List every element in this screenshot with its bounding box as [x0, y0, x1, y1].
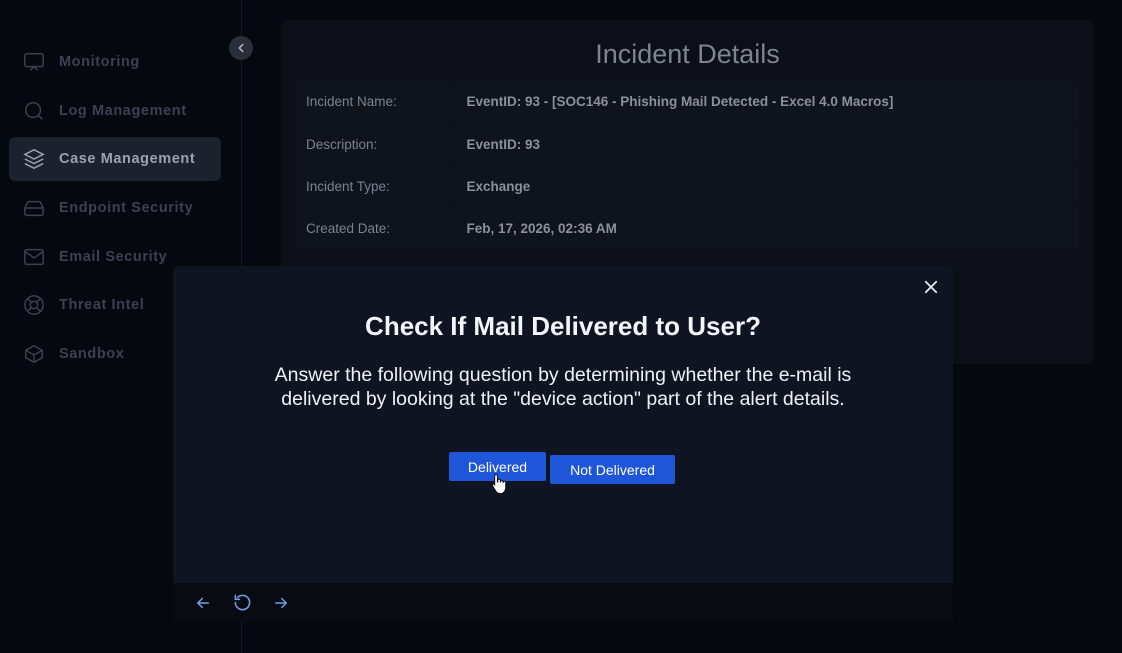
sidebar-item-label: Threat Intel	[59, 297, 145, 314]
sidebar-item-endpoint-security[interactable]: Endpoint Security	[9, 186, 221, 230]
monitor-icon	[22, 50, 46, 74]
table-row: Incident Type: Exchange	[296, 165, 1079, 208]
page-title: Incident Details	[595, 39, 780, 69]
detail-key: Description:	[296, 123, 455, 166]
modal-question: Answer the following question by determi…	[274, 364, 852, 410]
search-icon	[22, 99, 46, 123]
close-button[interactable]	[921, 277, 941, 297]
detail-value: EventID: 93 - [SOC146 - Phishing Mail De…	[454, 81, 1079, 124]
reset-button[interactable]	[231, 592, 253, 614]
lifebuoy-icon	[22, 293, 46, 317]
detail-key: Incident Type:	[296, 165, 455, 208]
arrow-right-icon	[275, 597, 287, 608]
table-row: Created Date: Feb, 17, 2026, 02:36 AM	[296, 207, 1079, 250]
sidebar-item-label: Endpoint Security	[59, 200, 194, 217]
table-row: Incident Name: EventID: 93 - [SOC146 - P…	[296, 81, 1079, 124]
sidebar-item-label: Email Security	[59, 248, 168, 265]
table-row: Description: EventID: 93	[296, 123, 1079, 166]
app: Monitoring Log Management Case Managemen…	[0, 0, 1122, 653]
sidebar-item-label: Sandbox	[59, 346, 125, 363]
sidebar-item-label: Monitoring	[59, 54, 140, 70]
incident-details-table: Incident Name: EventID: 93 - [SOC146 - P…	[296, 81, 1079, 250]
sidebar-collapse-button[interactable]	[229, 36, 253, 60]
arrow-left-icon	[197, 597, 209, 608]
forward-button[interactable]	[270, 592, 292, 614]
sidebar-item-monitoring[interactable]: Monitoring	[9, 40, 221, 84]
box-icon	[22, 342, 46, 366]
modal-title: Check If Mail Delivered to User?	[365, 311, 761, 341]
sidebar-item-label: Case Management	[59, 151, 196, 168]
modal-footer	[173, 583, 953, 622]
detail-key: Created Date:	[296, 207, 455, 250]
mail-icon	[22, 245, 46, 269]
playbook-modal: Check If Mail Delivered to User? Answer …	[173, 266, 953, 622]
not-delivered-button[interactable]: Not Delivered	[550, 455, 675, 484]
detail-value: EventID: 93	[454, 123, 1079, 166]
sidebar-item-label: Log Management	[59, 102, 187, 119]
detail-value: Feb, 17, 2026, 02:36 AM	[454, 207, 1079, 250]
refresh-icon	[234, 594, 250, 611]
detail-value: Exchange	[454, 165, 1079, 208]
layers-icon	[22, 147, 46, 171]
sidebar-item-case-management[interactable]: Case Management	[9, 137, 221, 182]
hard-drive-icon	[22, 196, 46, 220]
hand-cursor-icon	[491, 473, 507, 494]
sidebar-item-log-management[interactable]: Log Management	[9, 89, 221, 133]
detail-key: Incident Name:	[296, 81, 455, 124]
back-button[interactable]	[192, 592, 214, 614]
close-icon	[924, 280, 938, 294]
chevron-left-icon	[238, 43, 244, 53]
